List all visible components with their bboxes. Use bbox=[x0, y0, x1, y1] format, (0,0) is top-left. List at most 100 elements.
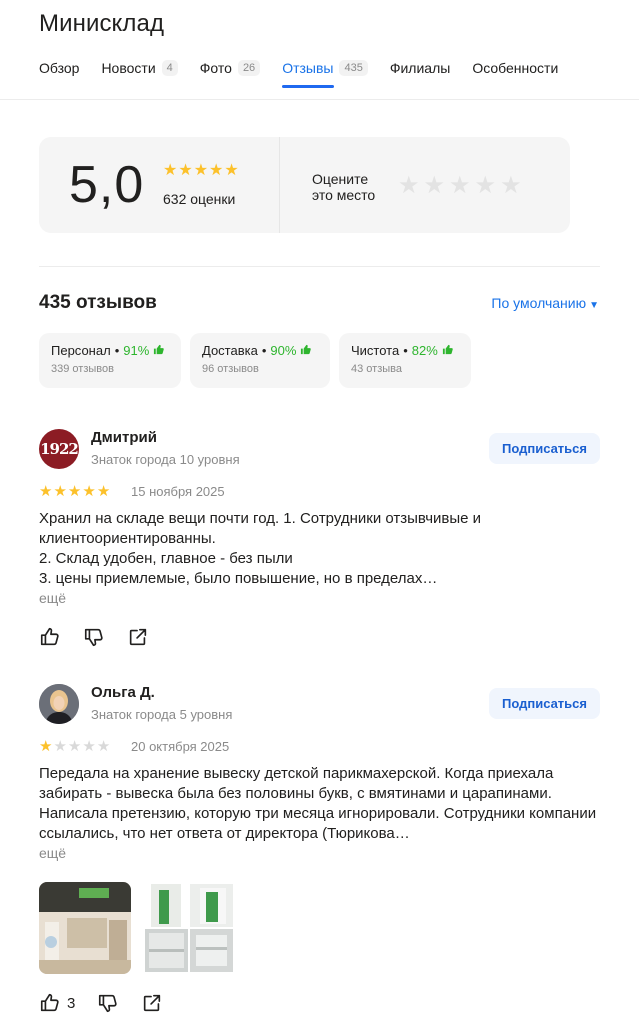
author-level: Знаток города 10 уровня bbox=[91, 452, 240, 467]
review-actions bbox=[39, 626, 171, 648]
aspect-percent: 90% bbox=[270, 343, 297, 358]
review-card: 1922 Дмитрий Знаток города 10 уровня Под… bbox=[39, 429, 600, 659]
tab-count-badge: 435 bbox=[339, 60, 368, 76]
aspect-review-count: 339 отзывов bbox=[51, 363, 114, 375]
review-stars: ★ ★ ★ ★ ★ bbox=[39, 739, 111, 754]
caret-down-icon: ▼ bbox=[589, 300, 599, 311]
review-photo[interactable] bbox=[39, 882, 131, 974]
star-icon: ★ bbox=[53, 738, 67, 755]
average-stars: ★ ★ ★ ★ ★ bbox=[163, 163, 240, 179]
ratings-count: 632 оценки bbox=[163, 191, 236, 207]
header-divider bbox=[0, 99, 639, 100]
author-name[interactable]: Дмитрий bbox=[91, 429, 157, 446]
review-photo-grid[interactable] bbox=[145, 884, 233, 972]
like-button[interactable] bbox=[39, 626, 61, 648]
review-date: 20 октября 2025 bbox=[131, 739, 230, 754]
rate-place-block: Оцените это место ★ ★ ★ ★ ★ bbox=[280, 137, 570, 233]
section-divider bbox=[39, 266, 600, 267]
rate-star-3-icon[interactable]: ★ bbox=[449, 174, 471, 198]
avatar-photo bbox=[39, 684, 79, 724]
star-icon: ★ bbox=[96, 483, 111, 500]
tab-branches[interactable]: Филиалы bbox=[390, 60, 450, 76]
tab-overview[interactable]: Обзор bbox=[39, 60, 79, 76]
aspect-percent: 82% bbox=[411, 343, 438, 358]
review-text-line: Передала на хранение вывеску детской пар… bbox=[39, 765, 597, 842]
rate-star-1-icon[interactable]: ★ bbox=[398, 174, 420, 198]
star-icon: ★ bbox=[163, 162, 178, 179]
subscribe-button[interactable]: Подписаться bbox=[488, 433, 600, 464]
photo-sign-image bbox=[145, 884, 188, 927]
like-count: 3 bbox=[67, 994, 76, 1012]
page-title: Минисклад bbox=[39, 10, 165, 37]
tab-count-badge: 26 bbox=[237, 60, 261, 76]
tab-count-badge: 4 bbox=[161, 60, 178, 76]
tab-photos[interactable]: Фото 26 bbox=[199, 60, 261, 76]
tab-reviews[interactable]: Отзывы 435 bbox=[282, 60, 368, 88]
review-actions: 3 bbox=[39, 992, 185, 1014]
thumbs-up-icon bbox=[300, 343, 312, 358]
star-icon: ★ bbox=[224, 162, 239, 179]
star-icon: ★ bbox=[53, 483, 67, 500]
read-more-link[interactable]: ещё bbox=[39, 590, 66, 606]
share-button[interactable] bbox=[141, 992, 163, 1014]
share-button[interactable] bbox=[127, 626, 149, 648]
like-button[interactable]: 3 bbox=[39, 992, 75, 1014]
rating-summary: 5,0 ★ ★ ★ ★ ★ 632 оценки bbox=[39, 137, 280, 233]
tab-label: Филиалы bbox=[389, 60, 451, 76]
sort-dropdown[interactable]: По умолчанию ▼ bbox=[491, 295, 599, 311]
thumbs-up-icon bbox=[40, 627, 59, 646]
thumbs-down-icon bbox=[84, 628, 103, 647]
aspect-name: Персонал bbox=[51, 343, 111, 358]
rate-star-5-icon[interactable]: ★ bbox=[500, 174, 522, 198]
review-stars: ★ ★ ★ ★ ★ bbox=[39, 484, 111, 499]
photo-storefront-image bbox=[39, 882, 131, 974]
photo-sign-image bbox=[145, 929, 188, 972]
dislike-button[interactable] bbox=[83, 626, 105, 648]
star-icon: ★ bbox=[67, 483, 82, 500]
average-score: 5,0 bbox=[69, 156, 145, 214]
tab-label: Обзор bbox=[39, 60, 80, 76]
aspect-chip-staff[interactable]: Персонал • 91% 339 отзывов bbox=[39, 333, 181, 388]
review-text: Передала на хранение вывеску детской пар… bbox=[39, 764, 600, 844]
tab-features[interactable]: Особенности bbox=[472, 60, 558, 76]
share-icon bbox=[144, 994, 161, 1012]
aspect-name: Чистота bbox=[351, 343, 400, 358]
aspect-review-count: 96 отзывов bbox=[202, 363, 259, 375]
avatar[interactable] bbox=[39, 684, 79, 724]
photo-sign-image bbox=[190, 929, 233, 972]
tab-label: Фото bbox=[199, 60, 232, 76]
review-text-line: 3. цены приемлемые, было повышение, но в… bbox=[39, 570, 438, 587]
star-icon: ★ bbox=[67, 738, 82, 755]
avatar-logo-text: 1922 bbox=[40, 440, 79, 458]
read-more-link[interactable]: ещё bbox=[39, 845, 66, 861]
star-icon: ★ bbox=[39, 738, 53, 755]
aspect-chip-delivery[interactable]: Доставка • 90% 96 отзывов bbox=[190, 333, 330, 388]
star-icon: ★ bbox=[82, 738, 96, 755]
star-icon: ★ bbox=[193, 162, 209, 179]
dislike-button[interactable] bbox=[97, 992, 119, 1014]
rate-star-4-icon[interactable]: ★ bbox=[475, 174, 497, 198]
dot-separator: • bbox=[261, 343, 267, 358]
rate-prompt: Оцените это место bbox=[312, 171, 376, 203]
thumbs-up-icon bbox=[153, 343, 165, 358]
author-name[interactable]: Ольга Д. bbox=[91, 684, 155, 701]
review-date: 15 ноября 2025 bbox=[131, 484, 225, 499]
dot-separator: • bbox=[114, 343, 120, 358]
rate-stars: ★ ★ ★ ★ ★ bbox=[398, 174, 526, 198]
rating-card: 5,0 ★ ★ ★ ★ ★ 632 оценки Оцените это мес… bbox=[39, 137, 570, 233]
aspects-row: Персонал • 91% 339 отзывов Доставка • 90% 96… bbox=[39, 333, 480, 388]
aspect-chip-cleanliness[interactable]: Чистота • 82% 43 отзыва bbox=[339, 333, 471, 388]
aspect-review-count: 43 отзыва bbox=[351, 363, 402, 375]
review-text-line: 2. Склад удобен, главное - без пыли bbox=[39, 550, 293, 567]
aspect-name: Доставка bbox=[202, 343, 258, 358]
thumbs-down-icon bbox=[99, 994, 118, 1013]
subscribe-button[interactable]: Подписаться bbox=[488, 688, 600, 719]
review-photos bbox=[39, 882, 233, 974]
tab-label: Особенности bbox=[472, 60, 559, 76]
author-level: Знаток города 5 уровня bbox=[91, 707, 233, 722]
tabs-bar: Обзор Новости 4 Фото 26 Отзывы 435 Филиалы … bbox=[39, 57, 580, 88]
avatar[interactable]: 1922 bbox=[39, 429, 79, 469]
rate-star-2-icon[interactable]: ★ bbox=[424, 174, 446, 198]
tab-news[interactable]: Новости 4 bbox=[101, 60, 178, 76]
thumbs-up-icon bbox=[40, 993, 59, 1012]
